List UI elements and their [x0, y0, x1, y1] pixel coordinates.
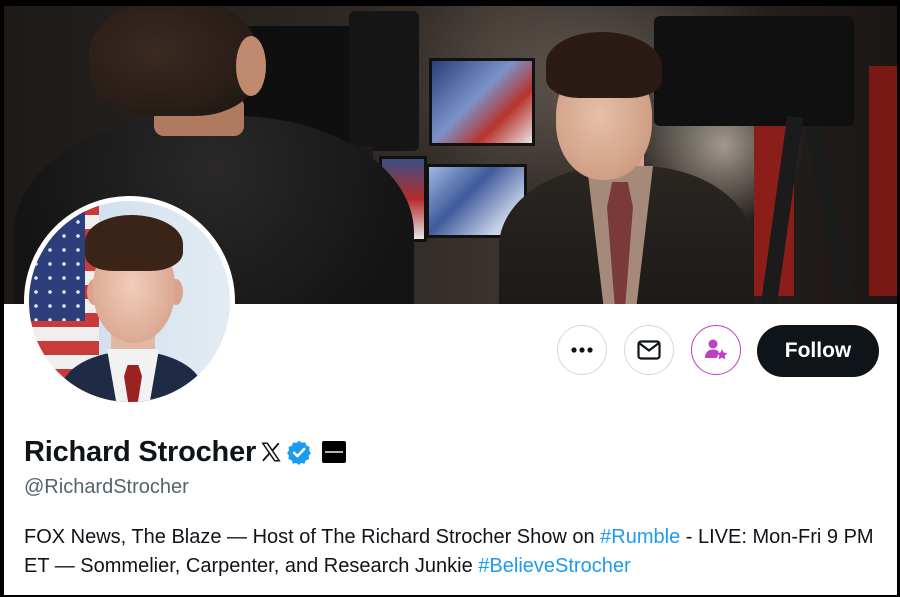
subscribe-notifications-button[interactable]: [691, 325, 741, 375]
profile-bio: FOX News, The Blaze — Host of The Richar…: [24, 523, 884, 581]
profile-card: Follow Richard Strocher @RichardStrocher…: [4, 6, 897, 595]
display-name: Richard Strocher: [24, 435, 257, 468]
x-logo-icon: [260, 441, 282, 463]
profile-avatar[interactable]: [24, 196, 235, 407]
bio-text: FOX News, The Blaze — Host of The Richar…: [24, 526, 601, 548]
profile-name-row: Richard Strocher: [24, 432, 347, 472]
envelope-icon: [637, 340, 661, 360]
follow-button[interactable]: Follow: [757, 325, 879, 377]
person-star-icon: [705, 339, 728, 360]
more-options-button[interactable]: [557, 325, 607, 375]
profile-handle: @RichardStrocher: [24, 476, 189, 498]
verified-badge-icon[interactable]: [286, 439, 312, 465]
affiliate-badge-icon[interactable]: [322, 441, 347, 463]
ellipsis-icon: [571, 347, 593, 353]
message-button[interactable]: [624, 325, 674, 375]
hashtag-link[interactable]: #BelieveStrocher: [478, 555, 630, 577]
hashtag-link[interactable]: #Rumble: [600, 526, 680, 548]
